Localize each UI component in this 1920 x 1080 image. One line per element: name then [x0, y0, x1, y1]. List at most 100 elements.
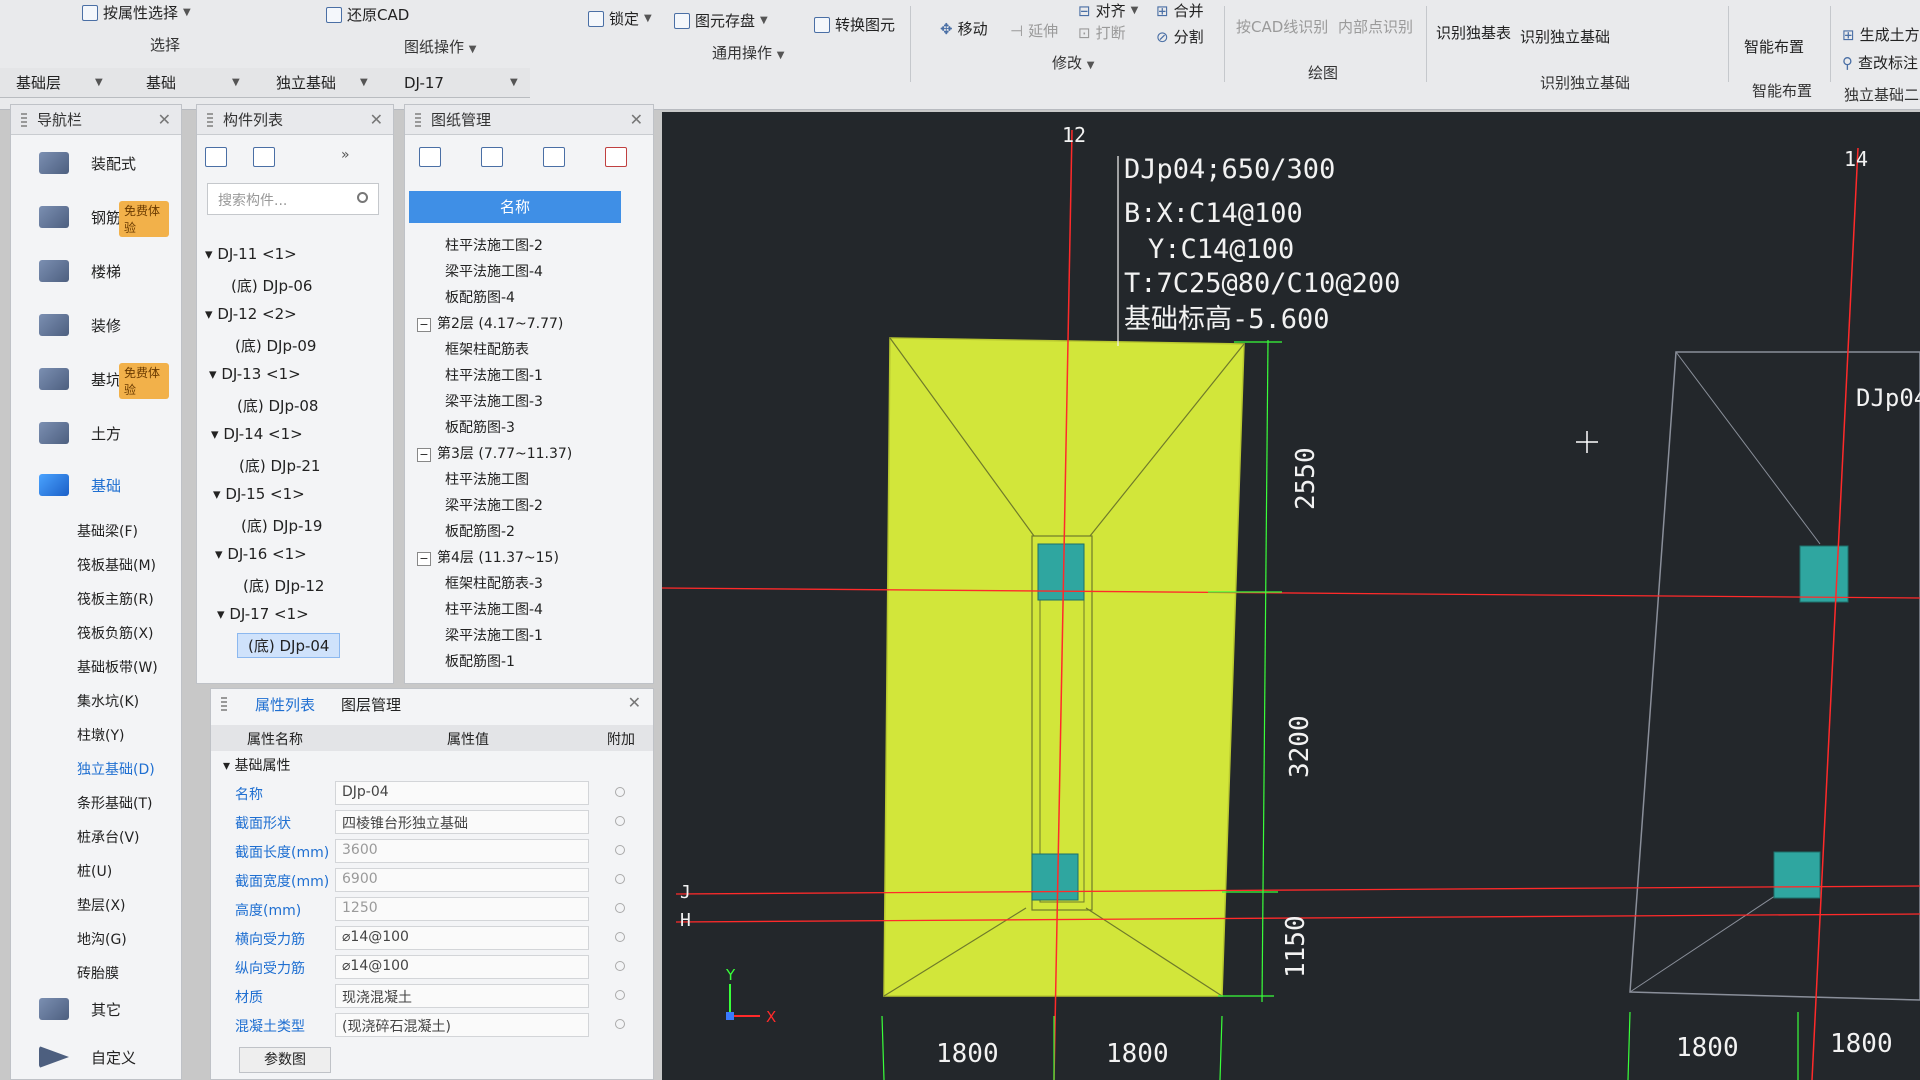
recognize-table-button[interactable]: 识别独基表: [1436, 22, 1511, 43]
nav-item-rebar[interactable]: 钢筋 免费体验: [11, 195, 169, 239]
property-section-basic[interactable]: ▾ 基础属性: [223, 755, 290, 775]
property-value-field[interactable]: (现浇碎石混凝土): [335, 1013, 589, 1037]
drawing-floor-group[interactable]: − 第4层 (11.37~15): [417, 547, 559, 567]
nav-item-custom[interactable]: 自定义: [11, 1035, 169, 1079]
generate-earthwork-button[interactable]: ⊞ 生成土方: [1842, 24, 1920, 45]
tree-leaf[interactable]: (底) DJp-19: [241, 515, 322, 536]
tree-node-dj17[interactable]: ▾ DJ-17 <1>: [217, 605, 309, 623]
tree-leaf[interactable]: (底) DJp-06: [231, 275, 312, 296]
column[interactable]: [1773, 851, 1821, 899]
group-general-ops-label[interactable]: 通用操作 ▼: [712, 42, 785, 63]
extra-checkbox[interactable]: [615, 874, 625, 884]
convert-element-button[interactable]: 转换图元: [814, 14, 895, 35]
cad-svg[interactable]: 12 14 J H DJp04;650/300 B:X:C14@100 Y:C1…: [662, 112, 1920, 1080]
drawing-list-item[interactable]: 梁平法施工图-3: [445, 391, 543, 411]
property-value-field[interactable]: DJp-04: [335, 781, 589, 805]
tree-leaf[interactable]: (底) DJp-09: [235, 335, 316, 356]
tab-layer-management[interactable]: 图层管理: [341, 694, 401, 715]
tree-node-dj15[interactable]: ▾ DJ-15 <1>: [213, 485, 305, 503]
drawing-list-item[interactable]: 柱平法施工图-2: [445, 235, 543, 255]
smart-layout-button[interactable]: 智能布置: [1744, 36, 1804, 57]
sub-item-sump[interactable]: 集水坑(K): [11, 691, 169, 711]
extend-button[interactable]: ⊣ 延伸: [1010, 20, 1058, 41]
sub-item-raft-main-rebar[interactable]: 筏板主筋(R): [11, 589, 169, 609]
drawing-floor-group[interactable]: − 第2层 (4.17~7.77): [417, 313, 563, 333]
drawing-list-item[interactable]: 板配筋图-1: [445, 651, 515, 671]
restore-cad-button[interactable]: 还原CAD: [326, 4, 409, 25]
add-drawing-icon[interactable]: [419, 147, 441, 167]
sub-item-isolated-footing[interactable]: 独立基础(D): [11, 759, 169, 779]
property-value-field[interactable]: 四棱锥台形独立基础: [335, 810, 589, 834]
nav-item-foundation[interactable]: 基础: [11, 463, 169, 507]
close-icon[interactable]: ✕: [370, 110, 383, 129]
nav-item-foundation-pit[interactable]: 基坑 免费体验: [11, 357, 169, 401]
sub-item-strip-footing[interactable]: 条形基础(T): [11, 793, 169, 813]
extra-checkbox[interactable]: [615, 932, 625, 942]
drawing-list-item[interactable]: 柱平法施工图-1: [445, 365, 543, 385]
break-button[interactable]: ⊡ 打断: [1078, 22, 1126, 43]
sub-item-cushion[interactable]: 垫层(X): [11, 895, 169, 915]
lock-button[interactable]: 锁定 ▼: [588, 8, 652, 29]
extra-checkbox[interactable]: [615, 903, 625, 913]
nav-item-stairs[interactable]: 楼梯: [11, 249, 169, 293]
footing-outline-right[interactable]: [1629, 351, 1920, 1001]
group-modify-label[interactable]: 修改 ▼: [1052, 52, 1095, 73]
tree-leaf[interactable]: (底) DJp-08: [237, 395, 318, 416]
cad-line-recognize-button[interactable]: 按CAD线识别: [1236, 16, 1328, 37]
extra-checkbox[interactable]: [615, 990, 625, 1000]
drawing-list-item[interactable]: 柱平法施工图: [445, 469, 529, 489]
tab-property-list[interactable]: 属性列表: [255, 694, 315, 715]
tree-leaf[interactable]: (底) DJp-21: [239, 455, 320, 476]
select-by-attribute-button[interactable]: 按属性选择 ▼: [82, 2, 191, 23]
collapse-icon[interactable]: −: [417, 318, 431, 332]
parameter-diagram-button[interactable]: 参数图: [239, 1047, 331, 1073]
recognize-isolated-button[interactable]: 识别独立基础: [1520, 26, 1610, 47]
check-label-button[interactable]: ⚲ 查改标注: [1842, 52, 1918, 73]
inner-point-recognize-button[interactable]: 内部点识别: [1338, 16, 1413, 37]
property-value-field[interactable]: ⌀14@100: [335, 926, 589, 950]
drawing-floor-group[interactable]: − 第3层 (7.77~11.37): [417, 443, 572, 463]
grip-icon[interactable]: [415, 112, 421, 127]
tree-node-dj13[interactable]: ▾ DJ-13 <1>: [209, 365, 301, 383]
sub-item-brick-mold[interactable]: 砖胎膜: [11, 963, 169, 983]
property-value-field[interactable]: 1250: [335, 897, 589, 921]
sub-item-foundation-beam[interactable]: 基础梁(F): [11, 521, 169, 541]
close-icon[interactable]: ✕: [158, 110, 171, 129]
drawing-list-item[interactable]: 柱平法施工图-4: [445, 599, 543, 619]
tree-node-dj16[interactable]: ▾ DJ-16 <1>: [215, 545, 307, 563]
property-value-field[interactable]: 3600: [335, 839, 589, 863]
split-drawing-icon[interactable]: [481, 147, 503, 167]
drawing-list-item[interactable]: 梁平法施工图-1: [445, 625, 543, 645]
extra-checkbox[interactable]: [615, 787, 625, 797]
sub-item-slab-band[interactable]: 基础板带(W): [11, 657, 169, 677]
tree-leaf-selected[interactable]: (底) DJp-04: [237, 633, 341, 658]
sub-item-column-pier[interactable]: 柱墩(Y): [11, 725, 169, 745]
refresh-icon[interactable]: [543, 147, 565, 167]
drawing-list-item[interactable]: 框架柱配筋表-3: [445, 573, 543, 593]
copy-component-icon[interactable]: [253, 147, 275, 167]
merge-button[interactable]: ⊞ 合并: [1156, 0, 1204, 21]
tree-node-dj14[interactable]: ▾ DJ-14 <1>: [211, 425, 303, 443]
grip-icon[interactable]: [221, 697, 227, 711]
sub-item-pile[interactable]: 桩(U): [11, 861, 169, 881]
component-search-input[interactable]: 搜索构件...: [207, 183, 379, 215]
collapse-icon[interactable]: −: [417, 448, 431, 462]
group-drawing-ops-label[interactable]: 图纸操作 ▼: [404, 36, 477, 57]
drawing-list-item[interactable]: 板配筋图-4: [445, 287, 515, 307]
nav-item-other[interactable]: 其它: [11, 987, 169, 1031]
collapse-icon[interactable]: −: [417, 552, 431, 566]
extra-checkbox[interactable]: [615, 845, 625, 855]
drawing-list-item[interactable]: 框架柱配筋表: [445, 339, 529, 359]
property-value-field[interactable]: 现浇混凝土: [335, 984, 589, 1008]
component-selector[interactable]: DJ-17 ▼: [404, 74, 518, 92]
new-component-icon[interactable]: [205, 147, 227, 167]
sub-item-trench[interactable]: 地沟(G): [11, 929, 169, 949]
drawing-list-item[interactable]: 梁平法施工图-2: [445, 495, 543, 515]
close-icon[interactable]: ✕: [630, 110, 643, 129]
sub-item-raft[interactable]: 筏板基础(M): [11, 555, 169, 575]
more-icon[interactable]: »: [341, 147, 363, 167]
drawing-list-item[interactable]: 梁平法施工图-4: [445, 261, 543, 281]
property-value-field[interactable]: 6900: [335, 868, 589, 892]
property-value-field[interactable]: ⌀14@100: [335, 955, 589, 979]
sub-item-raft-neg-rebar[interactable]: 筏板负筋(X): [11, 623, 169, 643]
